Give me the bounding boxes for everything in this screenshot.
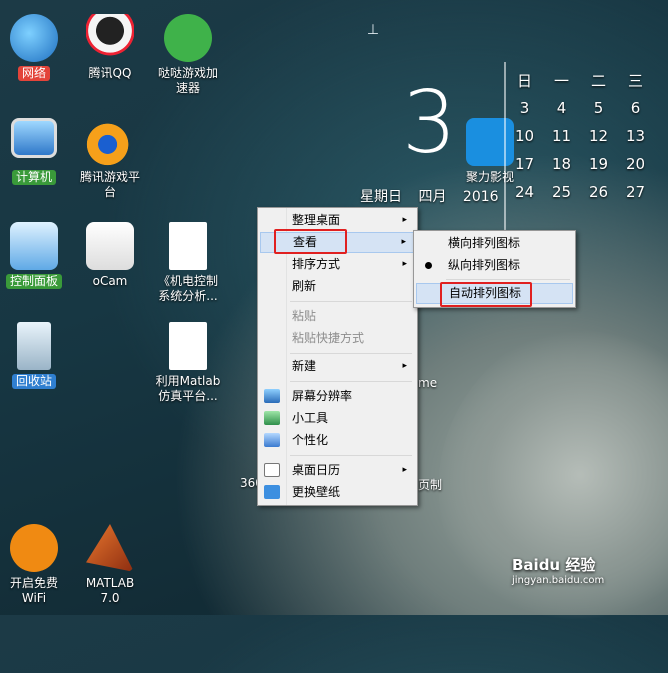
ocam-icon xyxy=(86,222,134,270)
calendar-day[interactable]: 18 xyxy=(543,155,580,173)
calendar-day[interactable]: 5 xyxy=(580,99,617,117)
clock-year: 2016 xyxy=(462,189,499,205)
desktop-icon-recycle-bin[interactable]: 回收站 xyxy=(0,322,76,389)
desktop-icon-word-doc-2[interactable]: 利用Matlab 仿真平台... xyxy=(146,322,230,404)
calendar-day[interactable]: 4 xyxy=(543,99,580,117)
calendar-header: 二 xyxy=(590,71,606,90)
qq-penguin-icon xyxy=(86,14,134,62)
submenu-arrow-icon: ▸ xyxy=(402,361,407,371)
clock-month: 四月 xyxy=(418,189,447,205)
clock-weekday: 星期日 xyxy=(360,189,402,205)
menu-item-paste-shortcut: 粘贴快捷方式 xyxy=(292,331,365,345)
desktop-icon-qq[interactable]: 腾讯QQ xyxy=(68,14,152,81)
calendar-week-row: 24 25 26 27 xyxy=(506,178,668,206)
calendar-day[interactable]: 19 xyxy=(580,155,617,173)
menu-item-screen-resolution[interactable]: 屏幕分辨率 xyxy=(260,386,415,407)
menu-item-sort-by[interactable]: 排序方式 ▸ xyxy=(260,254,415,275)
calendar-header: 日 xyxy=(516,71,532,90)
gadgets-icon xyxy=(264,411,280,425)
submenu-item-vertical-arrange[interactable]: 纵向排列图标 xyxy=(416,255,573,276)
clock-date-line: 星期日 四月 2016 xyxy=(360,186,511,206)
calendar-day[interactable]: 17 xyxy=(506,155,543,173)
menu-item-personalize[interactable]: 个性化 xyxy=(260,430,415,451)
matlab-icon xyxy=(86,524,134,572)
calendar-week-row: 3 4 5 6 xyxy=(506,94,668,122)
desktop-icon-word-doc-1[interactable]: 《机电控制 系统分析... xyxy=(146,222,230,304)
wifi-icon xyxy=(10,524,58,572)
submenu-arrow-icon: ▸ xyxy=(401,237,406,247)
submenu-arrow-icon: ▸ xyxy=(402,465,407,475)
calendar-day[interactable]: 24 xyxy=(506,183,543,201)
menu-item-change-wallpaper[interactable]: 更换壁纸 xyxy=(260,482,415,503)
desktop-icon-game-accelerator[interactable]: 哒哒游戏加 速器 xyxy=(146,14,230,96)
desktop-icon-free-wifi[interactable]: 开启免费 WiFi xyxy=(0,524,76,606)
menu-item-refresh[interactable]: 刷新 xyxy=(260,276,415,297)
clock-day-number: 3 xyxy=(402,73,457,173)
personalize-icon xyxy=(264,433,280,447)
game-accelerator-icon xyxy=(164,14,212,62)
calendar-header: 三 xyxy=(627,71,643,90)
wallpaper-leaf xyxy=(379,276,668,673)
wallpaper-shirt-icon xyxy=(264,485,280,499)
computer-icon xyxy=(11,118,57,158)
control-panel-icon xyxy=(10,222,58,270)
submenu-arrow-icon: ▸ xyxy=(402,259,407,269)
word-document-icon xyxy=(169,322,207,370)
desktop-icon-computer[interactable]: 计算机 xyxy=(0,118,76,185)
desktop-icon-matlab[interactable]: MATLAB 7.0 xyxy=(68,524,152,606)
calendar-day[interactable]: 27 xyxy=(617,183,654,201)
calendar-day[interactable]: 6 xyxy=(617,99,654,117)
network-icon xyxy=(10,14,58,62)
desktop-icon-tencent-games[interactable]: 腾讯游戏平 台 xyxy=(68,118,152,200)
calendar-day[interactable]: 12 xyxy=(580,127,617,145)
menu-item-desktop-calendar[interactable]: 桌面日历 ▸ xyxy=(260,460,415,481)
partial-icon-label-right1: me xyxy=(418,376,438,390)
baidu-watermark: Baidu 经验 jingyan.baidu.com xyxy=(512,556,605,586)
menu-item-organize-desktop[interactable]: 整理桌面 ▸ xyxy=(260,210,415,231)
calendar-icon xyxy=(264,463,280,477)
selected-radio-dot-icon xyxy=(425,262,432,269)
submenu-item-horizontal-arrange[interactable]: 横向排列图标 xyxy=(416,233,573,254)
menu-separator xyxy=(290,353,412,354)
calendar-widget[interactable]: 日 一 二 三 3 4 5 6 10 11 12 13 17 18 19 20 … xyxy=(506,66,668,206)
submenu-arrow-icon: ▸ xyxy=(402,215,407,225)
menu-item-paste: 粘贴 xyxy=(292,309,317,323)
calendar-header: 一 xyxy=(553,71,569,90)
pin-icon[interactable]: ⊥ xyxy=(365,22,381,38)
menu-item-gadgets[interactable]: 小工具 xyxy=(260,408,415,429)
calendar-day[interactable]: 13 xyxy=(617,127,654,145)
desktop-icon-network[interactable]: 网络 xyxy=(0,14,76,81)
calendar-day[interactable]: 3 xyxy=(506,99,543,117)
menu-separator xyxy=(290,455,412,456)
calendar-day[interactable]: 26 xyxy=(580,183,617,201)
calendar-header-row: 日 一 二 三 xyxy=(506,66,668,94)
calendar-week-row: 10 11 12 13 xyxy=(506,122,668,150)
calendar-day[interactable]: 20 xyxy=(617,155,654,173)
screen-resolution-icon xyxy=(264,389,280,403)
annotation-highlight-auto-arrange xyxy=(440,282,532,307)
annotation-highlight-view xyxy=(274,229,347,254)
desktop-icon-ocam[interactable]: oCam xyxy=(68,222,152,289)
recycle-bin-icon xyxy=(17,322,51,370)
calendar-day[interactable]: 11 xyxy=(543,127,580,145)
tencent-games-icon xyxy=(86,118,134,166)
calendar-week-row: 17 18 19 20 xyxy=(506,150,668,178)
calendar-day[interactable]: 25 xyxy=(543,183,580,201)
menu-separator xyxy=(290,381,412,382)
word-document-icon xyxy=(169,222,207,270)
desktop-icon-control-panel[interactable]: 控制面板 xyxy=(0,222,76,289)
submenu-separator xyxy=(446,279,570,280)
menu-separator xyxy=(290,301,412,302)
partial-icon-label-right2: 页制 xyxy=(418,478,443,492)
calendar-day[interactable]: 10 xyxy=(506,127,543,145)
menu-item-new[interactable]: 新建 ▸ xyxy=(260,356,415,377)
